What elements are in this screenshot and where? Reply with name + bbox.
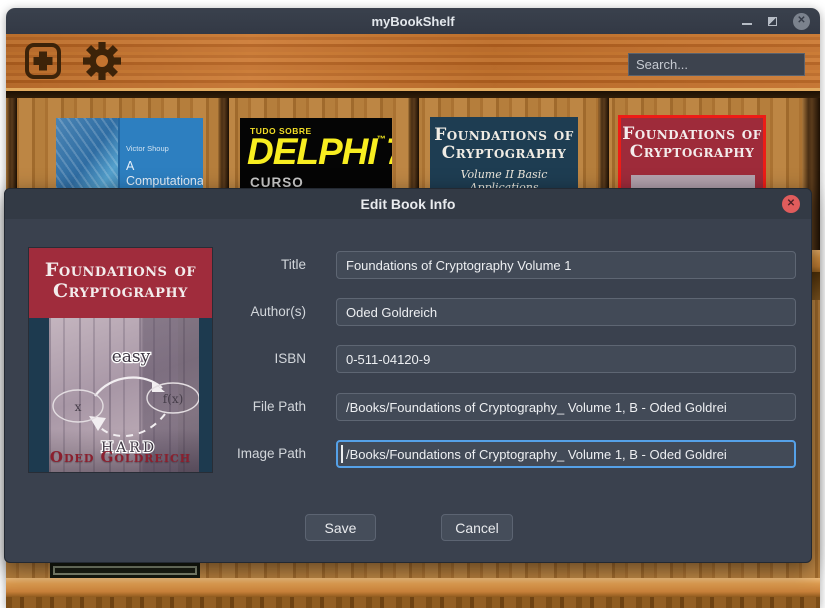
dialog-close-icon[interactable]: ✕ — [782, 195, 800, 213]
lower-shelf-book-bottom — [50, 563, 200, 578]
bottom-wood-panel — [6, 597, 820, 608]
book4-title-line1: Foundations of — [621, 125, 763, 143]
dialog-title: Edit Book Info — [361, 196, 456, 212]
cancel-button[interactable]: Cancel — [441, 514, 513, 541]
close-icon[interactable]: ✕ — [793, 13, 810, 30]
book3-title-line1: Foundations of — [430, 126, 578, 144]
toolbar — [6, 34, 820, 88]
title-bar: myBookShelf ✕ — [6, 8, 820, 34]
restore-icon[interactable] — [768, 17, 777, 26]
bottom-shelf-board — [6, 578, 820, 597]
minimize-icon[interactable] — [742, 23, 752, 25]
image-path-field[interactable] — [336, 440, 796, 468]
save-button[interactable]: Save — [305, 514, 376, 541]
add-book-button[interactable] — [25, 43, 61, 79]
authors-field[interactable] — [336, 298, 796, 326]
file-path-field[interactable] — [336, 393, 796, 421]
isbn-field[interactable] — [336, 345, 796, 373]
book1-author: Victor Shoup — [126, 144, 169, 153]
isbn-label: ISBN — [186, 345, 306, 373]
text-caret — [341, 445, 343, 463]
book2-title: DELPHI™7 — [247, 131, 392, 173]
form-row-authors: Author(s) — [5, 298, 811, 326]
file-path-label: File Path — [186, 393, 306, 421]
shelf-top-band — [6, 91, 820, 98]
book2-tm: ™ — [377, 134, 386, 144]
image-path-label: Image Path — [186, 440, 306, 468]
add-book-icon — [39, 52, 47, 71]
settings-gear-icon — [82, 41, 122, 81]
authors-label: Author(s) — [186, 298, 306, 326]
book1-title-line1: A Computational — [126, 159, 203, 189]
book4-title-line2: Cryptography — [621, 143, 763, 161]
title-field[interactable] — [336, 251, 796, 279]
book3-title: Foundations of Cryptography — [430, 117, 578, 162]
book2-number: 7 — [386, 131, 392, 172]
window-title: myBookShelf — [371, 14, 454, 29]
search-input[interactable] — [628, 53, 805, 76]
form-row-title: Title — [5, 251, 811, 279]
dialog-header: Edit Book Info ✕ — [5, 189, 811, 219]
window-controls: ✕ — [742, 8, 810, 34]
edit-book-dialog: Edit Book Info ✕ Foundations of Cryptogr… — [4, 188, 812, 563]
form-row-image-path: Image Path — [5, 440, 811, 468]
book3-title-line2: Cryptography — [430, 144, 578, 162]
form-row-file-path: File Path — [5, 393, 811, 421]
book2-title-text: DELPHI — [247, 131, 377, 172]
book4-title: Foundations of Cryptography — [621, 118, 763, 161]
form-row-isbn: ISBN — [5, 345, 811, 373]
settings-button[interactable] — [82, 41, 122, 81]
title-label: Title — [186, 251, 306, 279]
